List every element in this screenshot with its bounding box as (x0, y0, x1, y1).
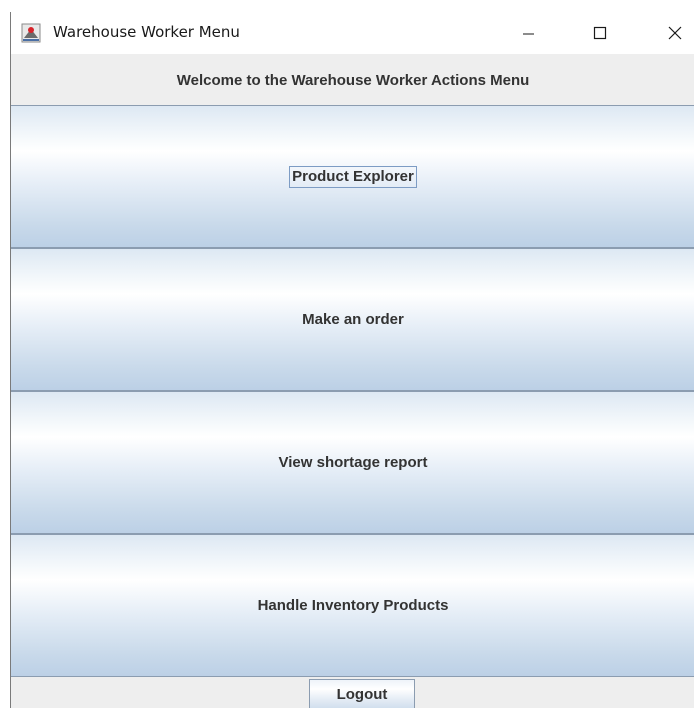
maximize-icon (593, 26, 607, 40)
make-order-label: Make an order (302, 311, 404, 329)
handle-inventory-label: Handle Inventory Products (257, 597, 449, 615)
window-title: Warehouse Worker Menu (53, 23, 240, 41)
shortage-report-button[interactable]: View shortage report (11, 391, 694, 534)
minimize-button[interactable] (505, 12, 551, 54)
close-button[interactable] (651, 12, 694, 54)
maximize-button[interactable] (577, 12, 623, 54)
footer-panel: Logout (11, 679, 694, 708)
minimize-icon (523, 33, 534, 35)
title-bar[interactable]: Warehouse Worker Menu (11, 12, 694, 54)
make-order-button[interactable]: Make an order (11, 248, 694, 391)
actions-menu: Product Explorer Make an order View shor… (11, 105, 694, 677)
product-explorer-label: Product Explorer (289, 166, 417, 189)
close-icon (668, 26, 682, 40)
shortage-report-label: View shortage report (278, 454, 428, 472)
handle-inventory-button[interactable]: Handle Inventory Products (11, 534, 694, 677)
java-app-icon (21, 23, 41, 43)
logout-button[interactable]: Logout (309, 679, 415, 708)
welcome-heading: Welcome to the Warehouse Worker Actions … (176, 72, 530, 89)
product-explorer-button[interactable]: Product Explorer (11, 105, 694, 248)
app-window: Warehouse Worker Menu Welcome to the War… (10, 12, 694, 708)
